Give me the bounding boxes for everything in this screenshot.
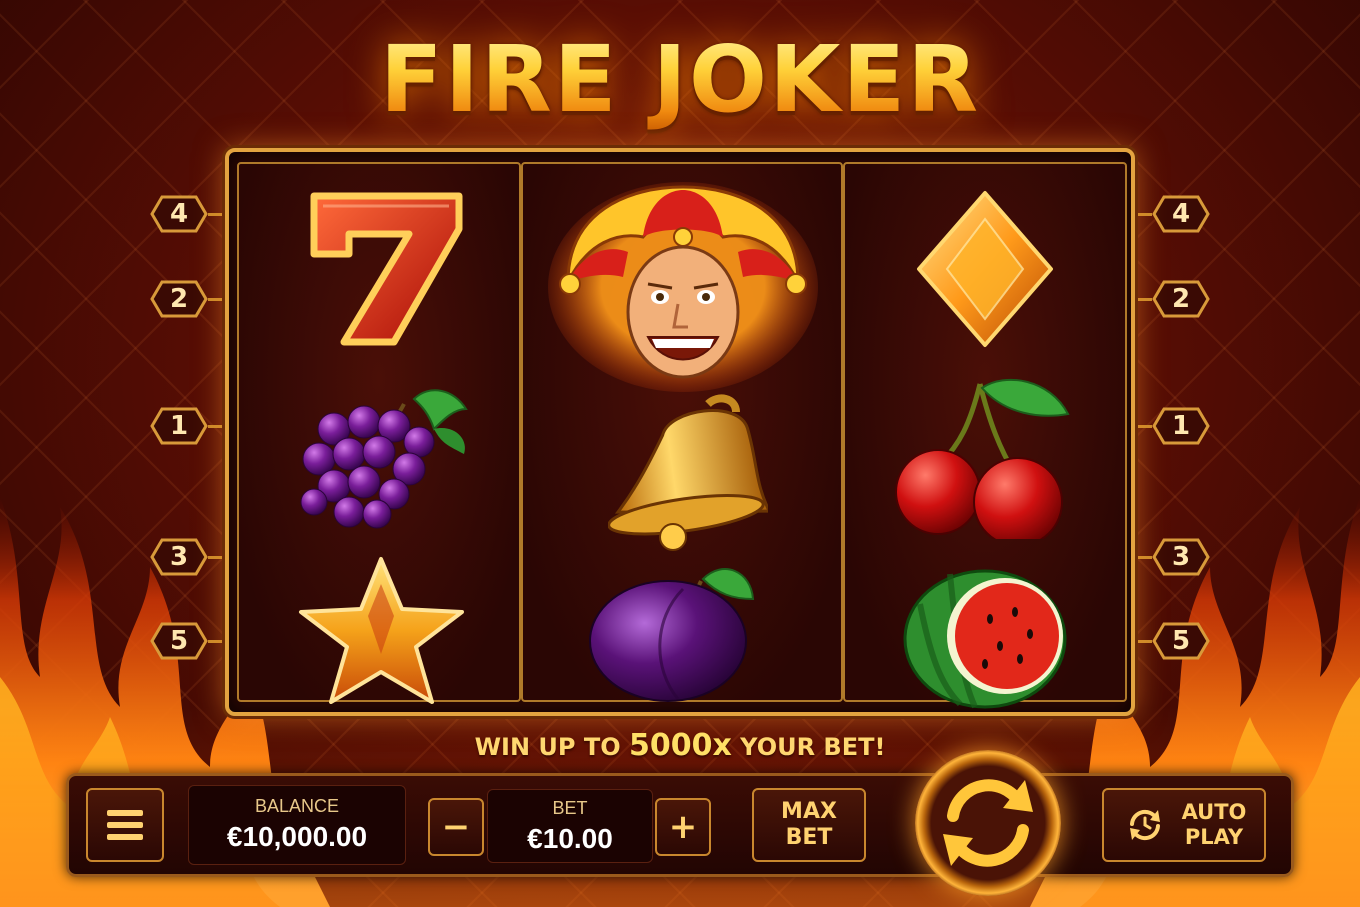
payline-number: 5 (169, 626, 189, 656)
promo-banner: WIN UP TO 5000x YOUR BET! (0, 728, 1360, 763)
plus-icon: + (668, 807, 698, 847)
balance-display: BALANCE €10,000.00 (188, 785, 406, 865)
payline-badge-right: 4 (1152, 195, 1210, 233)
bet-decrease-button[interactable]: − (428, 798, 484, 856)
payline-number: 2 (1171, 284, 1191, 314)
payline-badge-right: 2 (1152, 280, 1210, 318)
reel-3 (843, 162, 1127, 709)
promo-prefix: WIN UP TO (474, 733, 629, 761)
auto-play-label-line1: AUTO (1181, 800, 1247, 824)
balance-label: BALANCE (254, 796, 340, 816)
game-title: FIRE JOKER (0, 26, 1360, 133)
max-bet-label-line1: MAX (781, 799, 837, 824)
balance-value: €10,000.00 (226, 821, 368, 852)
watermelon-symbol (903, 569, 1067, 709)
payline-number: 1 (1171, 411, 1191, 441)
payline-badge-right: 1 (1152, 407, 1210, 445)
auto-play-button[interactable]: AUTO PLAY (1102, 788, 1266, 862)
max-bet-label-line2: BET (785, 825, 833, 850)
joker-symbol (548, 182, 818, 392)
payline-badge-left: 5 (150, 622, 208, 660)
payline-badge-right: 3 (1152, 538, 1210, 576)
max-bet-button[interactable]: MAX BET (752, 788, 866, 862)
reel-2 (521, 162, 843, 702)
minus-icon: − (441, 807, 471, 847)
payline-badge-left: 4 (150, 195, 208, 233)
seven-symbol (310, 192, 463, 346)
bet-value: €10.00 (527, 823, 613, 854)
bet-label: BET (552, 798, 588, 818)
payline-connector (1136, 213, 1152, 216)
payline-connector (1136, 556, 1152, 559)
payline-number: 2 (169, 284, 189, 314)
bell-symbol (608, 394, 768, 551)
payline-number: 3 (169, 542, 189, 572)
bet-display: BET €10.00 (487, 789, 653, 863)
diamond-symbol (917, 191, 1053, 347)
payline-badge-right: 5 (1152, 622, 1210, 660)
cherries-symbol (895, 378, 1070, 539)
promo-suffix: YOUR BET! (731, 733, 886, 761)
reel-1 (237, 162, 521, 704)
bet-increase-button[interactable]: + (655, 798, 711, 856)
star-symbol (299, 557, 464, 704)
payline-number: 4 (169, 199, 189, 229)
payline-connector (208, 556, 224, 559)
payline-number: 5 (1171, 626, 1191, 656)
payline-number: 4 (1171, 199, 1191, 229)
payline-connector (1136, 640, 1152, 643)
reels-frame (225, 148, 1135, 716)
payline-number: 1 (169, 411, 189, 441)
grapes-symbol (300, 389, 468, 529)
payline-connector (208, 213, 224, 216)
payline-connector (208, 298, 224, 301)
auto-play-icon (1129, 809, 1160, 841)
spin-arrows-icon (943, 779, 1033, 867)
payline-connector (1136, 298, 1152, 301)
payline-connector (208, 640, 224, 643)
spin-button[interactable] (915, 750, 1061, 896)
payline-connector (208, 425, 224, 428)
menu-button[interactable] (86, 788, 164, 862)
payline-number: 3 (1171, 542, 1191, 572)
auto-play-label-line2: PLAY (1184, 825, 1244, 849)
payline-connector (1136, 425, 1152, 428)
payline-badge-left: 3 (150, 538, 208, 576)
payline-badge-left: 2 (150, 280, 208, 318)
payline-badge-left: 1 (150, 407, 208, 445)
promo-highlight: 5000x (628, 728, 732, 763)
plum-symbol (589, 568, 755, 702)
hamburger-menu-icon (107, 810, 143, 840)
